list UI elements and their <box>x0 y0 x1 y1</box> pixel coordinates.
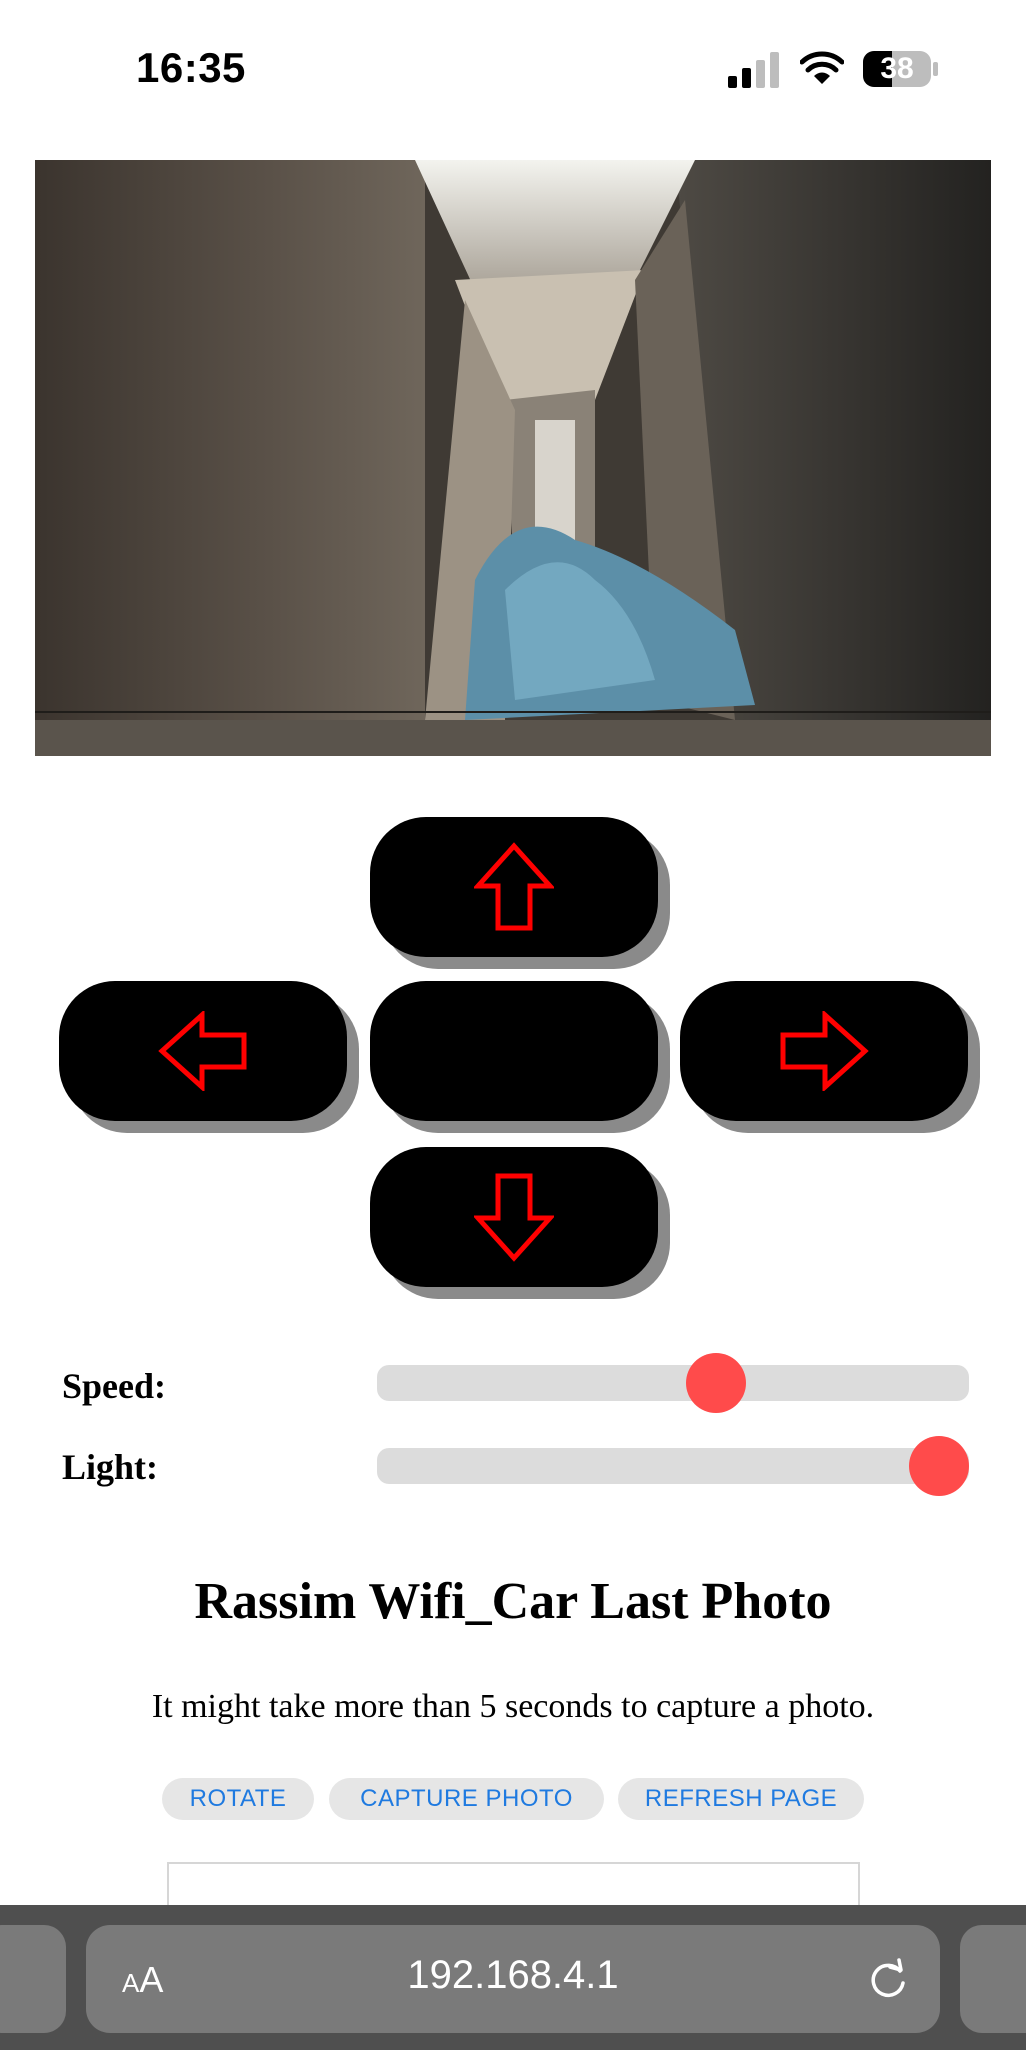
status-time: 16:35 <box>136 44 246 91</box>
arrow-down-icon <box>474 1173 554 1262</box>
rotate-button[interactable]: ROTATE <box>162 1778 314 1820</box>
speed-slider[interactable] <box>377 1353 969 1413</box>
battery-level: 38 <box>880 52 914 85</box>
browser-toolbar: AA 192.168.4.1 <box>0 1905 1026 2050</box>
previous-tab[interactable] <box>0 1925 66 2033</box>
reload-icon[interactable] <box>866 1957 910 2001</box>
light-slider[interactable] <box>377 1436 969 1496</box>
wifi-icon <box>800 51 844 84</box>
capture-photo-button[interactable]: CAPTURE PHOTO <box>329 1778 604 1820</box>
stop-button[interactable] <box>370 981 658 1121</box>
signal-icon <box>728 52 779 88</box>
url-text: 192.168.4.1 <box>407 1953 619 1997</box>
capture-note: It might take more than 5 seconds to cap… <box>151 1688 875 1725</box>
refresh-page-button[interactable]: REFRESH PAGE <box>618 1778 864 1820</box>
status-bar: 16:35 38 <box>0 0 1026 140</box>
backward-button[interactable] <box>370 1147 658 1287</box>
camera-feed-image <box>35 160 991 756</box>
arrow-left-icon <box>158 1011 247 1091</box>
forward-button[interactable] <box>370 817 658 957</box>
arrow-right-icon <box>780 1011 869 1091</box>
left-button[interactable] <box>59 981 347 1121</box>
speed-label: Speed: <box>62 1366 167 1406</box>
next-tab[interactable] <box>960 1925 1026 2033</box>
speed-slider-thumb[interactable] <box>685 1353 746 1413</box>
light-label: Light: <box>62 1447 159 1487</box>
battery-icon: 38 <box>862 50 940 88</box>
right-button[interactable] <box>680 981 968 1121</box>
arrow-up-icon <box>474 842 554 931</box>
address-bar[interactable]: AA 192.168.4.1 <box>86 1925 940 2033</box>
page-title: Rassim Wifi_Car Last Photo <box>194 1573 832 1630</box>
light-slider-thumb[interactable] <box>909 1436 969 1496</box>
